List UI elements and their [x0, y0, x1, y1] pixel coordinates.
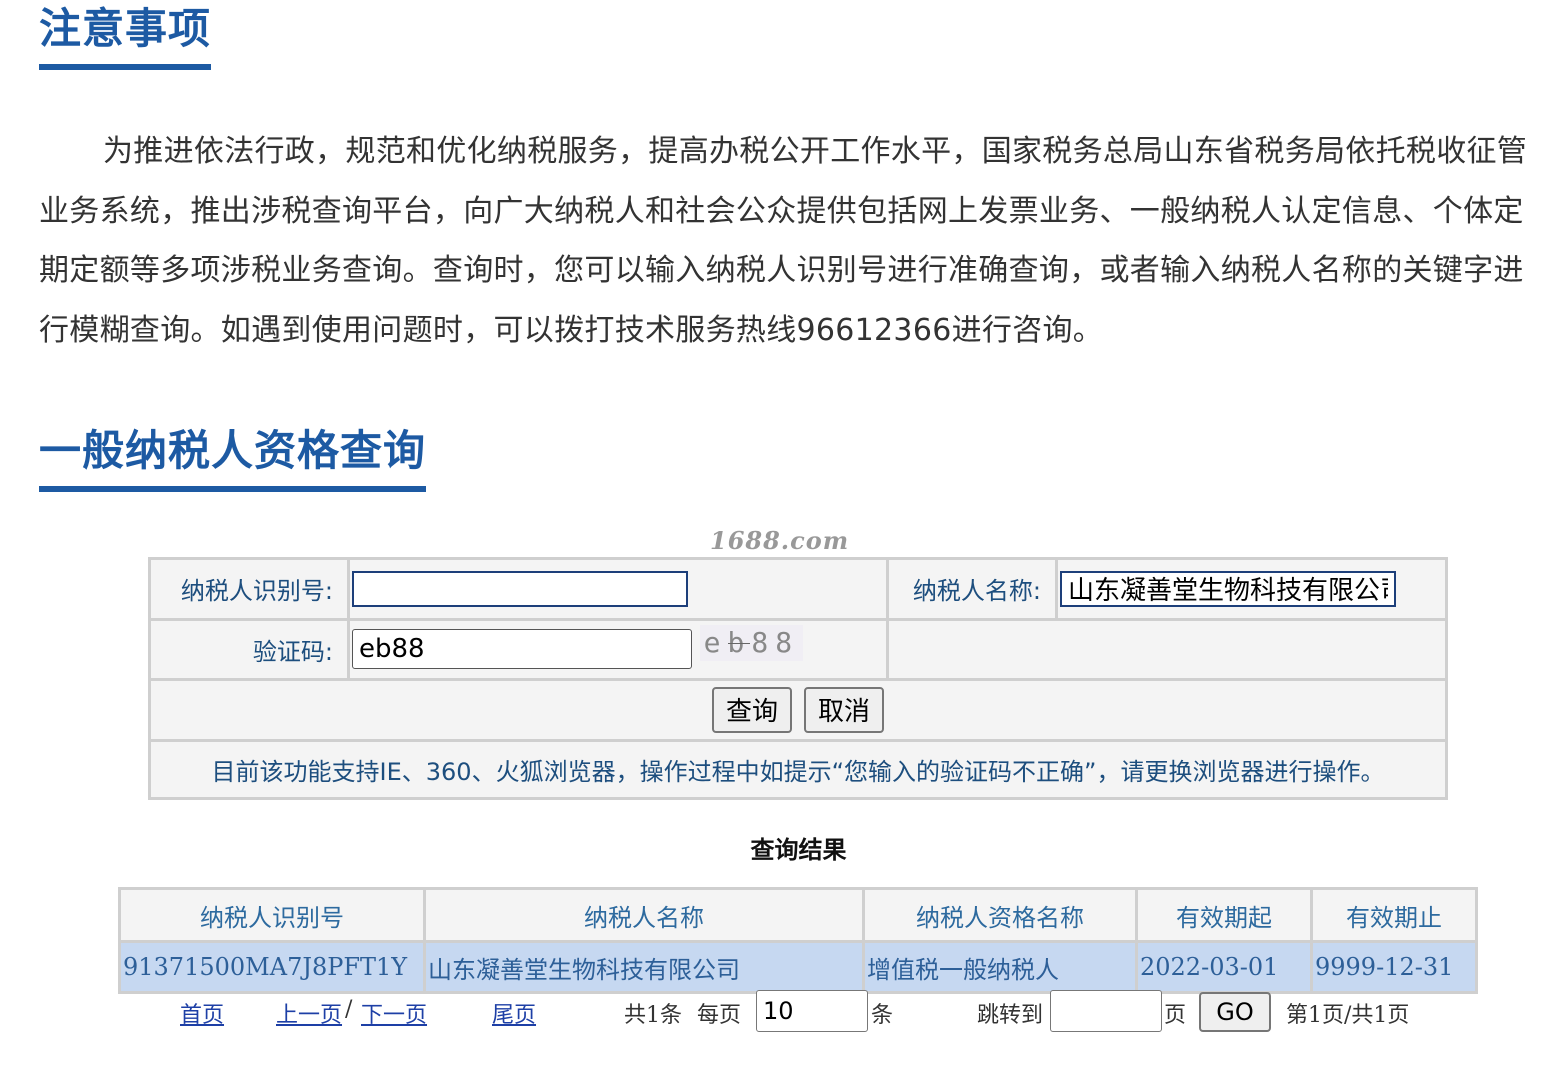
results-title: 查询结果: [750, 835, 847, 864]
table-row: 91371500MA7J8PFT1Y 山东凝善堂生物科技有限公司 增值税一般纳税…: [118, 940, 1478, 994]
jump-label: 跳转到: [977, 1003, 1044, 1028]
cell-taxpayer-name: 山东凝善堂生物科技有限公司: [423, 940, 865, 994]
column-header-taxpayer-name: 纳税人名称: [423, 887, 865, 943]
captcha-noise-line: [727, 643, 750, 645]
column-header-taxpayer-id: 纳税人识别号: [118, 887, 426, 943]
prev-page-link[interactable]: 上一页: [276, 997, 342, 1029]
notice-paragraph: 为推进依法行政，规范和优化纳税服务，提高办税公开工作水平，国家税务总局山东省税务…: [39, 134, 1528, 348]
cell-taxpayer-id: 91371500MA7J8PFT1Y: [118, 940, 426, 994]
taxpayer-id-label: 纳税人识别号:: [148, 557, 350, 621]
next-page-link[interactable]: 下一页: [361, 997, 427, 1029]
notice-title: 注意事项: [39, 0, 212, 70]
taxpayer-name-label: 纳税人名称:: [886, 557, 1058, 621]
captcha-input[interactable]: [352, 629, 692, 670]
column-header-qualification: 纳税人资格名称: [862, 887, 1138, 943]
first-page-link[interactable]: 首页: [180, 997, 224, 1029]
pagination: 首页 上一页 / 下一页 尾页 共1条 每页 条 跳转到 页 GO 第1页/共1…: [0, 988, 1557, 1034]
page-unit: 页: [1164, 1003, 1187, 1028]
watermark: 1688.com: [710, 526, 850, 555]
pager-separator: /: [345, 997, 353, 1022]
jump-page-input[interactable]: [1050, 990, 1162, 1032]
taxpayer-id-input[interactable]: [352, 570, 688, 607]
query-section-title: 一般纳税人资格查询: [39, 422, 427, 492]
taxpayer-name-input[interactable]: [1060, 570, 1396, 607]
captcha-label: 验证码:: [148, 617, 350, 681]
cancel-button[interactable]: 取消: [804, 686, 885, 733]
go-button[interactable]: GO: [1199, 992, 1271, 1032]
query-form: 纳税人识别号: 纳税人名称: 验证码: eb88 查询取消 目前该功能支持IE、…: [148, 557, 1448, 800]
total-count: 共1条: [624, 1003, 682, 1028]
captcha-image-text: eb88: [703, 626, 800, 660]
per-page-unit: 条: [871, 1003, 894, 1028]
results-header-row: 纳税人识别号 纳税人名称 纳税人资格名称 有效期起 有效期止: [118, 887, 1478, 943]
cell-valid-to: 9999-12-31: [1310, 940, 1478, 994]
page-info: 第1页/共1页: [1286, 1003, 1410, 1028]
captcha-image[interactable]: eb88: [699, 625, 804, 662]
cell-valid-from: 2022-03-01: [1135, 940, 1313, 994]
per-page-input[interactable]: [756, 990, 868, 1032]
results-table: 纳税人识别号 纳税人名称 纳税人资格名称 有效期起 有效期止 91371500M…: [118, 887, 1478, 994]
search-button[interactable]: 查询: [711, 686, 792, 733]
per-page-label: 每页: [697, 1003, 742, 1028]
column-header-valid-to: 有效期止: [1310, 887, 1478, 943]
last-page-link[interactable]: 尾页: [492, 997, 536, 1029]
cell-qualification: 增值税一般纳税人: [862, 940, 1138, 994]
browser-tip: 目前该功能支持IE、360、火狐浏览器，操作过程中如提示“您输入的验证码不正确”…: [148, 738, 1448, 800]
column-header-valid-from: 有效期起: [1135, 887, 1313, 943]
